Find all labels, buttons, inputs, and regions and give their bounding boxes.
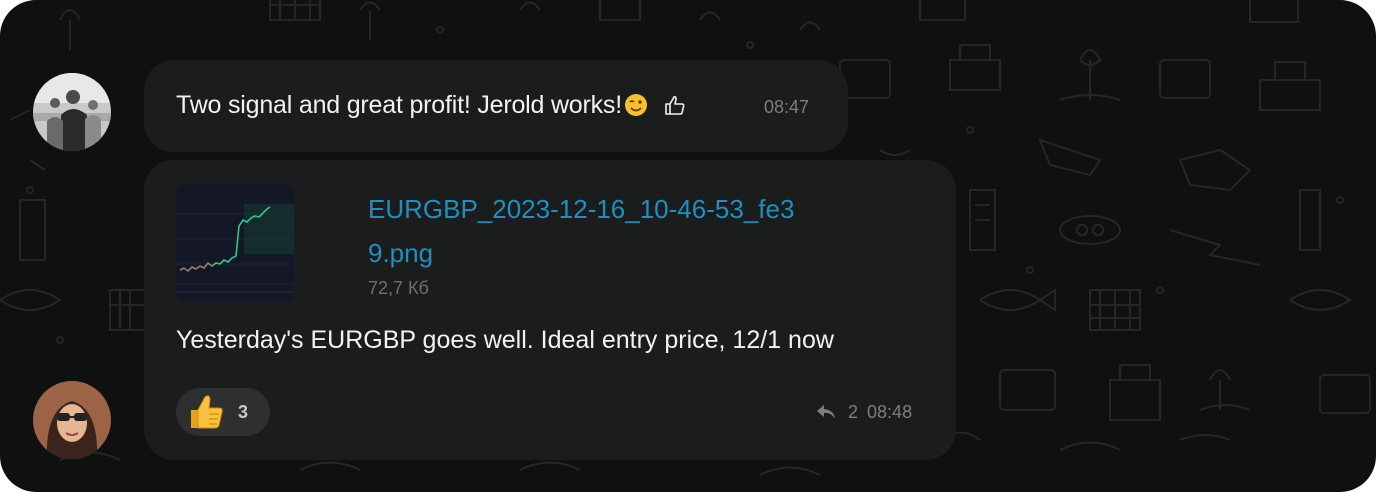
reaction-thumbs-up[interactable]: 3 (176, 388, 270, 436)
message-time-1: 08:47 (764, 97, 810, 117)
message-text-1: Two signal and great profit! Jerold work… (176, 91, 687, 120)
file-thumbnail[interactable] (176, 184, 294, 302)
message-text-2: Yesterday's EURGBP goes well. Ideal entr… (176, 326, 834, 354)
thumbs-up-outline-icon (664, 95, 685, 115)
chat-window: Two signal and great profit! Jerold work… (0, 0, 1376, 492)
thumbs-up-icon (191, 395, 223, 429)
message-meta-2: 2 08:48 (816, 402, 912, 423)
message-time-2: 08:48 (867, 402, 913, 422)
message-text-1-body: Two signal and great profit! Jerold work… (176, 91, 622, 119)
sender-avatar-2[interactable] (33, 381, 111, 459)
winking-face-icon (624, 94, 647, 116)
message-bubble-2[interactable]: EURGBP_2023-12-16_10-46-53_fe39.png 72,7… (144, 160, 956, 460)
reply-icon[interactable] (816, 403, 836, 421)
file-size: 72,7 Кб (368, 278, 429, 298)
sender-avatar-1[interactable] (33, 73, 111, 151)
reply-count: 2 (848, 402, 859, 422)
file-name-link[interactable]: EURGBP_2023-12-16_10-46-53_fe39.png (368, 187, 808, 275)
message-bubble-1[interactable]: Two signal and great profit! Jerold work… (144, 60, 848, 152)
reaction-count: 3 (238, 402, 249, 422)
